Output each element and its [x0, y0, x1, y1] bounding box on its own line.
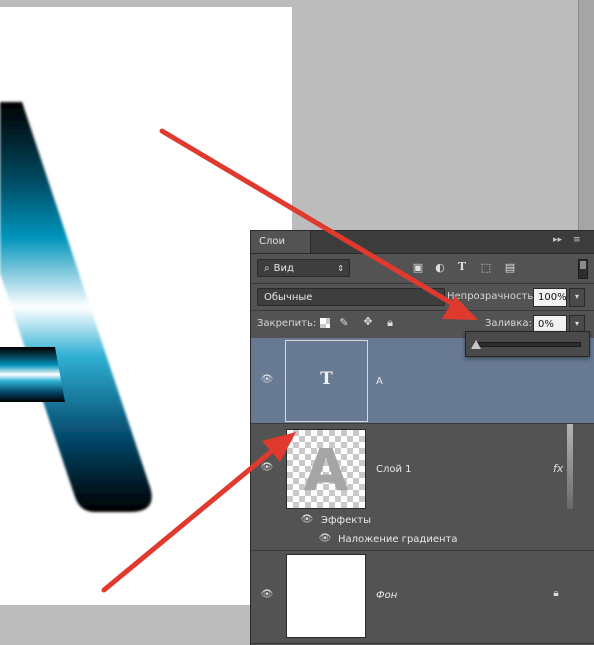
visibility-eye-icon[interactable]: 👁︎: [260, 462, 274, 473]
filter-row: ⌕ Вид ⇕ ▣ ◐ T ⬚ ▤: [251, 253, 594, 283]
fill-slider-handle[interactable]: [471, 340, 481, 349]
opacity-field[interactable]: 100%: [533, 288, 567, 307]
document-canvas[interactable]: [0, 7, 292, 605]
adjustment-icon[interactable]: ◐: [433, 261, 447, 274]
lock-move-icon[interactable]: ✥: [361, 315, 375, 328]
search-icon: ⌕: [264, 263, 270, 274]
canvas-scroll-edge: [578, 0, 594, 230]
fx-icon[interactable]: fx: [553, 462, 563, 475]
blend-opacity-row: Обычные Непрозрачность: 100% ▾: [251, 283, 594, 309]
shape-icon[interactable]: ⬚: [479, 261, 493, 274]
visibility-eye-icon[interactable]: 👁︎: [260, 589, 274, 600]
filter-toggle[interactable]: [578, 259, 588, 279]
gradient-letter: [0, 102, 152, 512]
raster-layer-thumbnail: A: [286, 429, 366, 509]
smart-object-icon[interactable]: ▤: [503, 261, 517, 274]
effects-label: Эффекты: [321, 515, 371, 526]
panel-menu-icon[interactable]: ≡: [573, 235, 581, 245]
select-arrows-icon: ⇕: [337, 264, 344, 273]
lock-brush-icon[interactable]: ✎: [337, 316, 351, 329]
visibility-eye-icon[interactable]: 👁︎: [260, 374, 274, 385]
tab-layers[interactable]: Слои: [251, 231, 311, 253]
filter-kind-select[interactable]: ⌕ Вид ⇕: [257, 259, 350, 277]
thumbnail-letter: A: [303, 436, 349, 504]
gradient-overlay-effect[interactable]: Наложение градиента: [338, 534, 457, 545]
effects-eye-icon[interactable]: 👁︎: [300, 514, 314, 525]
fill-label: Заливка:: [485, 318, 532, 329]
layer-name[interactable]: Слой 1: [376, 464, 412, 475]
type-icon[interactable]: T: [455, 260, 469, 273]
opacity-dropdown-icon[interactable]: ▾: [569, 288, 585, 307]
effect-eye-icon[interactable]: 👁︎: [318, 533, 332, 544]
panel-tabbar: Слои ▸▸ ≡: [251, 231, 594, 254]
layer-row-raster[interactable]: 👁︎ A Слой 1 fx 👁︎ Эффекты 👁︎ Наложение г…: [251, 424, 594, 551]
image-icon[interactable]: ▣: [411, 261, 425, 274]
lock-all-icon[interactable]: 🔒︎: [383, 316, 397, 330]
collapse-panel-icon[interactable]: ▸▸: [553, 235, 562, 245]
text-layer-thumbnail: T: [285, 340, 368, 422]
opacity-label: Непрозрачность:: [447, 291, 537, 302]
layer-row-background[interactable]: 👁︎ Фон 🔒︎: [251, 551, 594, 644]
fill-slider-popup: [465, 331, 590, 357]
blend-mode-select[interactable]: Обычные: [257, 288, 445, 306]
filter-kind-label: Вид: [273, 263, 294, 274]
fill-slider-track[interactable]: [474, 342, 581, 347]
type-icon: T: [320, 369, 333, 389]
lock-icon: 🔒︎: [553, 588, 559, 599]
effects-expand-bar[interactable]: [567, 424, 573, 509]
layer-name[interactable]: A: [376, 376, 383, 387]
lock-transparent-icon[interactable]: [320, 318, 330, 328]
background-thumbnail: [286, 554, 366, 638]
lock-label: Закрепить:: [257, 318, 317, 329]
layers-panel: Слои ▸▸ ≡ ⌕ Вид ⇕ ▣ ◐ T ⬚ ▤ Обычные Непро…: [250, 230, 594, 645]
layer-name[interactable]: Фон: [376, 590, 397, 601]
